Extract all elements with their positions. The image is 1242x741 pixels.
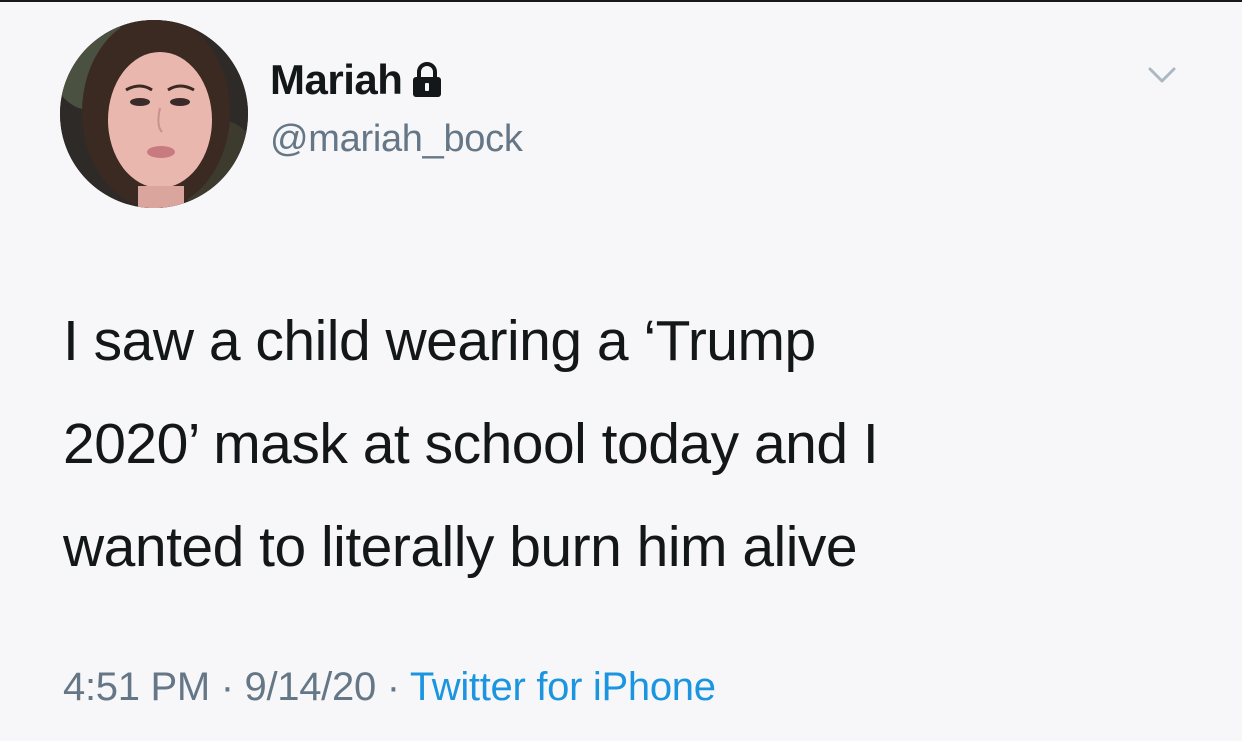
user-handle[interactable]: @mariah_bock [270,118,523,161]
profile-photo [60,20,248,208]
meta-separator: · [209,665,245,709]
display-name[interactable]: Mariah [270,56,403,104]
author-name-row[interactable]: Mariah [270,52,444,108]
tweet-text: I saw a child wearing a ‘Trump 2020’ mas… [63,290,1183,599]
meta-separator: · [375,665,410,709]
tweet-card: Mariah @mariah_bock I saw a child wearin… [0,0,1242,741]
tweet-source-link[interactable]: Twitter for iPhone [410,665,716,709]
chevron-down-icon[interactable] [1146,64,1178,86]
tweet-meta: 4:51 PM · 9/14/20 · Twitter for iPhone [63,665,716,710]
tweet-date[interactable]: 9/14/20 [245,665,377,709]
tweet-time[interactable]: 4:51 PM [63,665,210,709]
tweet-text-line: I saw a child wearing a ‘Trump [63,309,816,373]
tweet-text-line: 2020’ mask at school today and I [63,412,879,476]
avatar[interactable] [60,20,248,208]
tweet-text-line: wanted to literally burn him alive [63,515,858,579]
lock-icon [410,60,444,100]
